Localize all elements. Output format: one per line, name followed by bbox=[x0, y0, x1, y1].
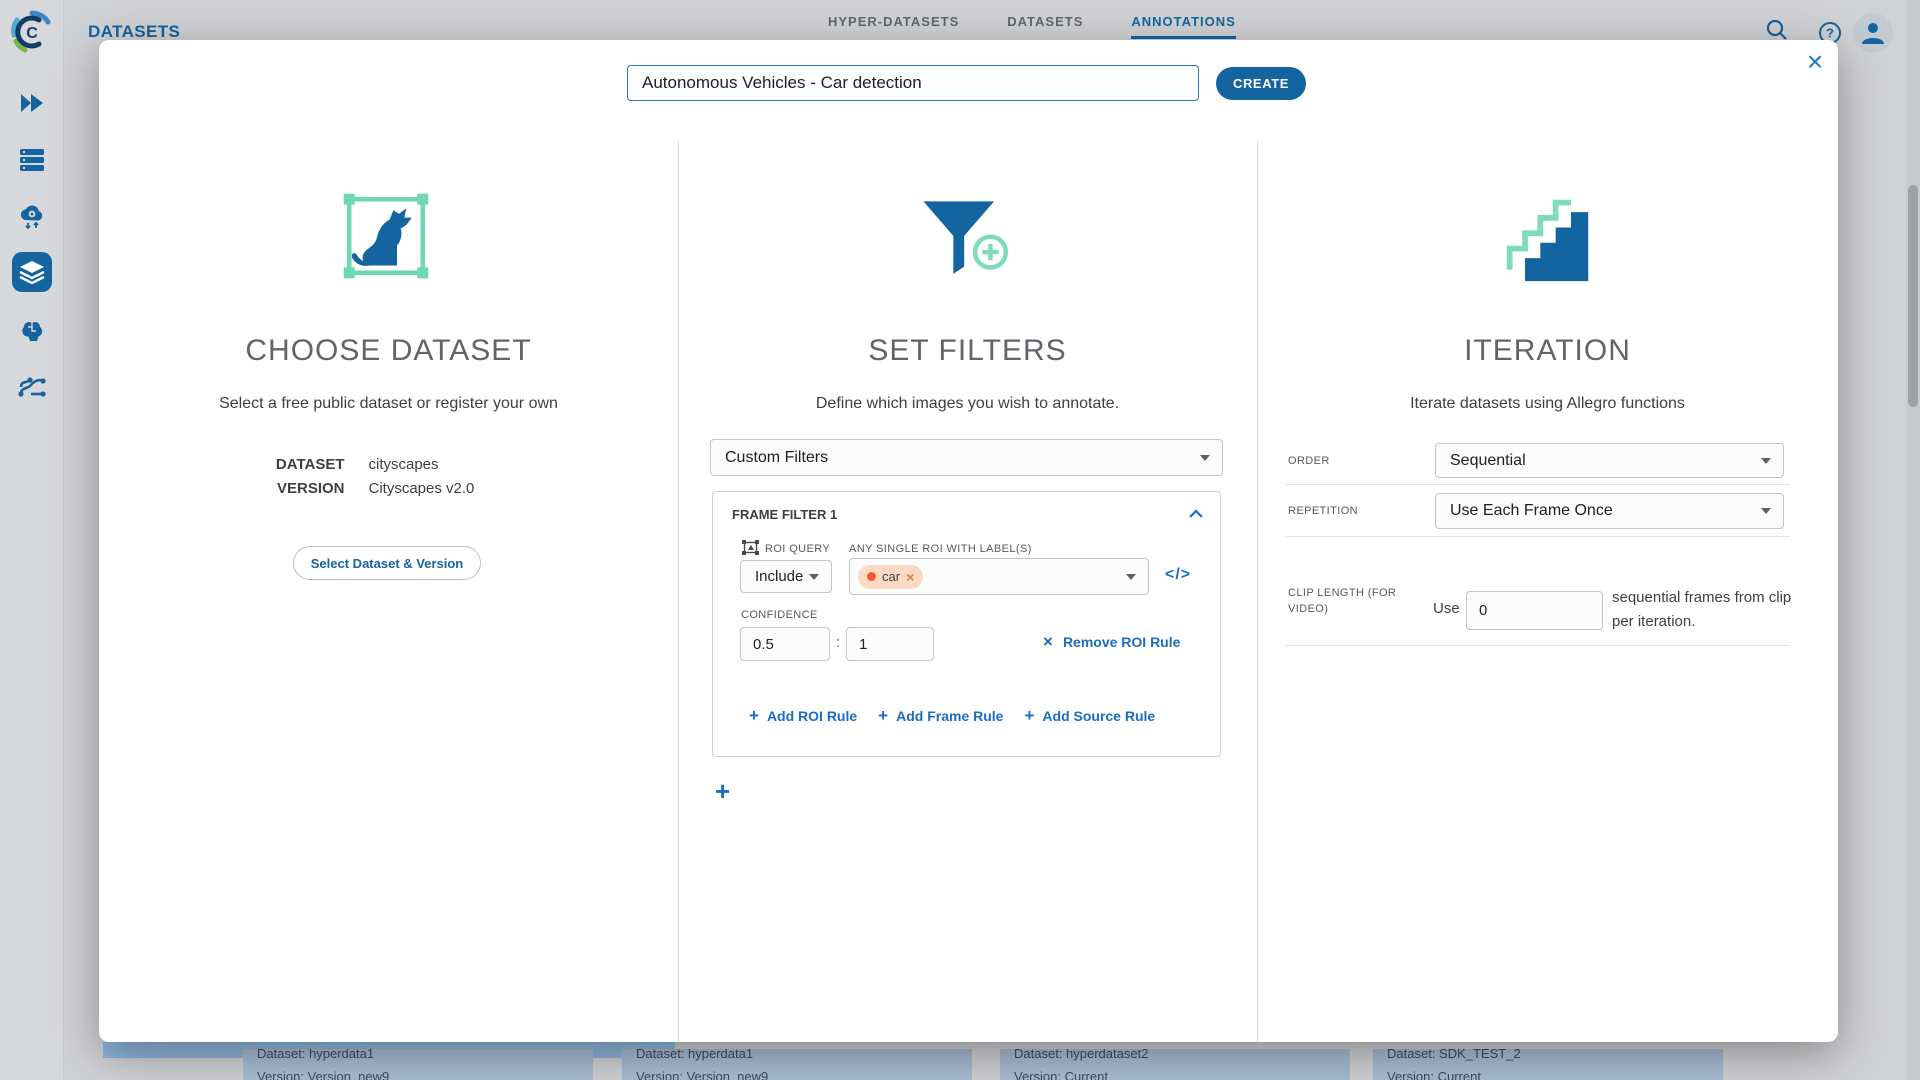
tab-datasets[interactable]: DATASETS bbox=[1007, 14, 1083, 39]
close-icon[interactable]: × bbox=[1799, 46, 1831, 78]
confidence-label: CONFIDENCE bbox=[741, 609, 818, 621]
page-title: DATASETS bbox=[88, 22, 180, 42]
clip-suffix-text: sequential frames from clip per iteratio… bbox=[1612, 586, 1802, 634]
add-frame-rule-button[interactable]: + Add Frame Rule bbox=[878, 706, 1003, 726]
confidence-separator: : bbox=[836, 634, 840, 651]
rule-actions-row: + Add ROI Rule + Add Frame Rule + Add So… bbox=[749, 706, 1155, 726]
row-divider bbox=[1285, 484, 1790, 485]
frame-filter-title: FRAME FILTER 1 bbox=[732, 507, 837, 522]
add-frame-filter-button[interactable]: + bbox=[715, 776, 730, 807]
plus-icon: + bbox=[1024, 706, 1034, 726]
chevron-down-icon bbox=[1761, 508, 1771, 514]
tab-hyper-datasets[interactable]: HYPER-DATASETS bbox=[828, 14, 959, 39]
order-label: ORDER bbox=[1288, 455, 1330, 467]
sidebar-item-getting-started[interactable] bbox=[12, 83, 52, 123]
chevron-down-icon bbox=[1200, 455, 1210, 461]
roi-query-icon bbox=[742, 540, 759, 560]
clip-length-label: CLIP LENGTH (FOR VIDEO) bbox=[1288, 585, 1428, 617]
filter-plus-icon bbox=[916, 196, 1016, 287]
frame-filter-panel: FRAME FILTER 1 ROI QUERY ANY SINGLE ROI … bbox=[712, 491, 1221, 757]
svg-text:?: ? bbox=[1826, 26, 1834, 41]
left-sidebar: C bbox=[0, 0, 64, 1080]
tab-annotations[interactable]: ANNOTATIONS bbox=[1131, 14, 1235, 39]
dataset-card: Dataset: hyperdataset2 Version: Current bbox=[1000, 1049, 1350, 1080]
roi-query-label: ROI QUERY bbox=[765, 543, 830, 555]
remove-roi-rule-button[interactable]: × Remove ROI Rule bbox=[1043, 632, 1180, 652]
scrollbar-thumb[interactable] bbox=[1908, 185, 1918, 407]
clip-use-text: Use bbox=[1433, 600, 1460, 617]
roi-labels-label: ANY SINGLE ROI WITH LABEL(S) bbox=[849, 543, 1032, 555]
choose-dataset-subtitle: Select a free public dataset or register… bbox=[99, 395, 678, 413]
include-exclude-select[interactable]: Include bbox=[740, 560, 832, 593]
screen: DATASETS HYPER-DATASETS DATASETS ANNOTAT… bbox=[0, 0, 1920, 1080]
sidebar-item-hyperdatasets[interactable] bbox=[12, 252, 52, 292]
confidence-max-input[interactable] bbox=[846, 627, 934, 661]
dataset-card: Dataset: SDK_TEST_2 Version: Current bbox=[1373, 1049, 1723, 1080]
chevron-up-icon[interactable] bbox=[1188, 506, 1204, 524]
label-color-dot bbox=[867, 572, 876, 581]
set-filters-title: SET FILTERS bbox=[678, 334, 1257, 368]
sidebar-item-pipelines[interactable] bbox=[12, 367, 52, 407]
workers-queues-icon bbox=[19, 148, 45, 172]
edit-query-code-icon[interactable]: </> bbox=[1165, 566, 1191, 584]
add-source-rule-button[interactable]: + Add Source Rule bbox=[1024, 706, 1155, 726]
user-avatar-icon[interactable] bbox=[1853, 13, 1893, 53]
repetition-select[interactable]: Use Each Frame Once bbox=[1435, 493, 1784, 529]
plus-icon: + bbox=[749, 706, 759, 726]
dataset-summary: DATASET cityscapes VERSION Cityscapes v2… bbox=[99, 456, 678, 504]
select-dataset-version-button[interactable]: Select Dataset & Version bbox=[293, 546, 481, 580]
svg-text:C: C bbox=[26, 25, 38, 42]
create-annotation-task-dialog: CREATE × CHOOSE DATASET Select a free pu… bbox=[99, 40, 1838, 1042]
chip-remove-icon[interactable]: × bbox=[906, 570, 914, 584]
chevron-down-icon bbox=[1126, 574, 1136, 580]
chevron-down-icon bbox=[809, 574, 819, 580]
plus-icon: + bbox=[878, 706, 888, 726]
create-button[interactable]: CREATE bbox=[1216, 67, 1306, 100]
chevron-down-icon bbox=[1761, 458, 1771, 464]
dataset-dog-bbox-icon bbox=[340, 190, 432, 287]
getting-started-icon bbox=[19, 92, 45, 114]
order-select[interactable]: Sequential bbox=[1435, 443, 1784, 478]
hyperdatasets-layers-icon bbox=[19, 260, 45, 284]
iteration-subtitle: Iterate datasets using Allegro functions bbox=[1257, 395, 1838, 413]
cloud-deploy-icon bbox=[18, 204, 46, 230]
roi-labels-multiselect[interactable]: car × bbox=[849, 558, 1149, 595]
sidebar-item-models[interactable] bbox=[12, 310, 52, 350]
remove-x-icon: × bbox=[1043, 632, 1053, 652]
task-name-input[interactable] bbox=[627, 65, 1199, 101]
row-divider bbox=[1285, 645, 1790, 646]
dataset-field-row: DATASET cityscapes bbox=[99, 456, 678, 473]
column-divider bbox=[1257, 140, 1258, 1042]
clip-length-input[interactable] bbox=[1466, 591, 1603, 630]
confidence-min-input[interactable] bbox=[740, 627, 830, 661]
choose-dataset-title: CHOOSE DATASET bbox=[99, 334, 678, 368]
column-divider bbox=[678, 140, 679, 1042]
tab-bar: HYPER-DATASETS DATASETS ANNOTATIONS bbox=[828, 14, 1236, 39]
iteration-title: ITERATION bbox=[1257, 334, 1838, 368]
iteration-stairs-icon bbox=[1500, 193, 1596, 289]
sidebar-item-workers[interactable] bbox=[12, 140, 52, 180]
sidebar-item-deploy[interactable] bbox=[12, 197, 52, 237]
add-roi-rule-button[interactable]: + Add ROI Rule bbox=[749, 706, 857, 726]
row-divider bbox=[1285, 536, 1790, 537]
label-chip-car: car × bbox=[858, 565, 923, 589]
version-field-row: VERSION Cityscapes v2.0 bbox=[99, 480, 678, 497]
set-filters-subtitle: Define which images you wish to annotate… bbox=[678, 395, 1257, 413]
dataset-card: Dataset: hyperdata1 Version: Version_new… bbox=[622, 1049, 972, 1080]
clearml-logo-icon[interactable]: C bbox=[8, 8, 56, 56]
dataset-card: Dataset: hyperdata1 Version: Version_new… bbox=[243, 1049, 593, 1080]
repetition-label: REPETITION bbox=[1288, 505, 1358, 517]
pipelines-icon bbox=[18, 375, 46, 399]
filters-preset-select[interactable]: Custom Filters bbox=[710, 439, 1223, 476]
page-scrollbar bbox=[1906, 0, 1920, 1080]
models-brain-icon bbox=[19, 318, 45, 342]
